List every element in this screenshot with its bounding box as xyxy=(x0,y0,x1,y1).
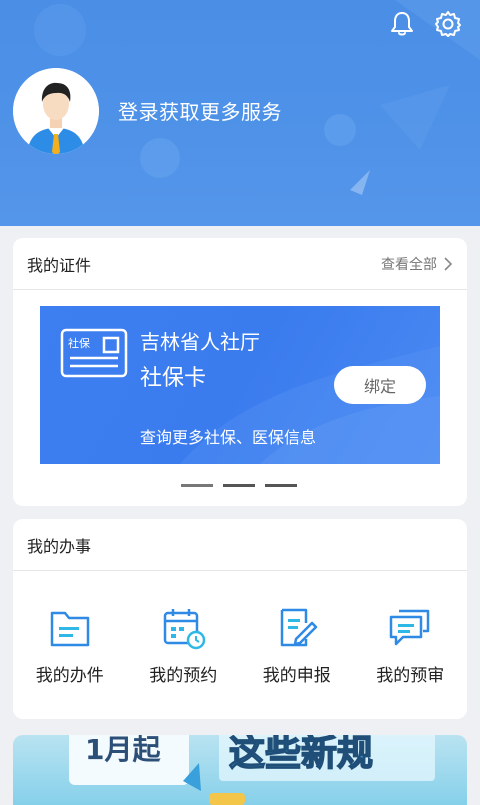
certificates-title: 我的证件 xyxy=(27,255,92,275)
pager-dot[interactable] xyxy=(265,484,297,487)
login-prompt[interactable]: 登录获取更多服务 xyxy=(118,96,282,125)
task-my-appointments[interactable]: 我的预约 xyxy=(128,605,238,686)
pager-dot[interactable] xyxy=(223,484,255,487)
certificates-card: 我的证件 查看全部 社保 吉林省人社厅 社保卡 绑定 查询更多社保、医保信息 xyxy=(13,238,467,506)
card-issuer: 吉林省人社厅 xyxy=(140,330,260,354)
bell-icon xyxy=(391,12,413,36)
folder-icon xyxy=(50,611,89,647)
profile-header: 登录获取更多服务 xyxy=(0,0,480,226)
svg-text:社保: 社保 xyxy=(68,336,90,350)
card-more-info[interactable]: 查询更多社保、医保信息 xyxy=(140,424,316,448)
edit-document-icon xyxy=(280,608,317,647)
svg-text:1月起: 1月起 xyxy=(85,735,161,766)
pager-dot[interactable] xyxy=(181,484,213,487)
svg-text:这些新规: 这些新规 xyxy=(229,735,373,774)
gear-icon xyxy=(435,11,461,37)
task-label: 我的预审 xyxy=(376,666,445,686)
settings-button[interactable] xyxy=(434,8,462,40)
tasks-grid: 我的办件 我的预约 我的申报 我的预审 xyxy=(13,571,467,686)
notification-bell-button[interactable] xyxy=(388,8,416,40)
task-my-cases[interactable]: 我的办件 xyxy=(15,605,125,686)
promo-banner[interactable]: 1月起 这些新规 xyxy=(13,735,467,805)
avatar-illustration xyxy=(13,68,99,154)
tasks-title: 我的办事 xyxy=(27,536,92,556)
certificates-header: 我的证件 查看全部 xyxy=(13,238,467,290)
task-label: 我的申报 xyxy=(262,666,331,686)
social-security-card-icon: 社保 xyxy=(60,328,128,384)
chevron-right-icon xyxy=(444,256,453,271)
task-my-pre-reviews[interactable]: 我的预审 xyxy=(355,605,465,686)
user-avatar[interactable] xyxy=(13,68,99,154)
banner-artwork: 1月起 这些新规 xyxy=(69,735,435,805)
task-my-declarations[interactable]: 我的申报 xyxy=(242,605,352,686)
social-security-card[interactable]: 社保 吉林省人社厅 社保卡 绑定 查询更多社保、医保信息 xyxy=(40,306,440,464)
task-label: 我的预约 xyxy=(149,666,218,686)
bind-button[interactable]: 绑定 xyxy=(334,366,426,404)
my-tasks-card: 我的办事 我的办件 我的预约 我的申报 我的预审 xyxy=(13,519,467,719)
tasks-header: 我的办事 xyxy=(13,519,467,571)
task-label: 我的办件 xyxy=(35,666,104,686)
chat-icon xyxy=(390,609,430,646)
carousel-pager[interactable] xyxy=(181,484,297,487)
view-all-link[interactable]: 查看全部 xyxy=(381,254,453,274)
view-all-label: 查看全部 xyxy=(381,256,437,273)
calendar-clock-icon xyxy=(164,609,206,650)
card-name: 社保卡 xyxy=(140,366,207,391)
